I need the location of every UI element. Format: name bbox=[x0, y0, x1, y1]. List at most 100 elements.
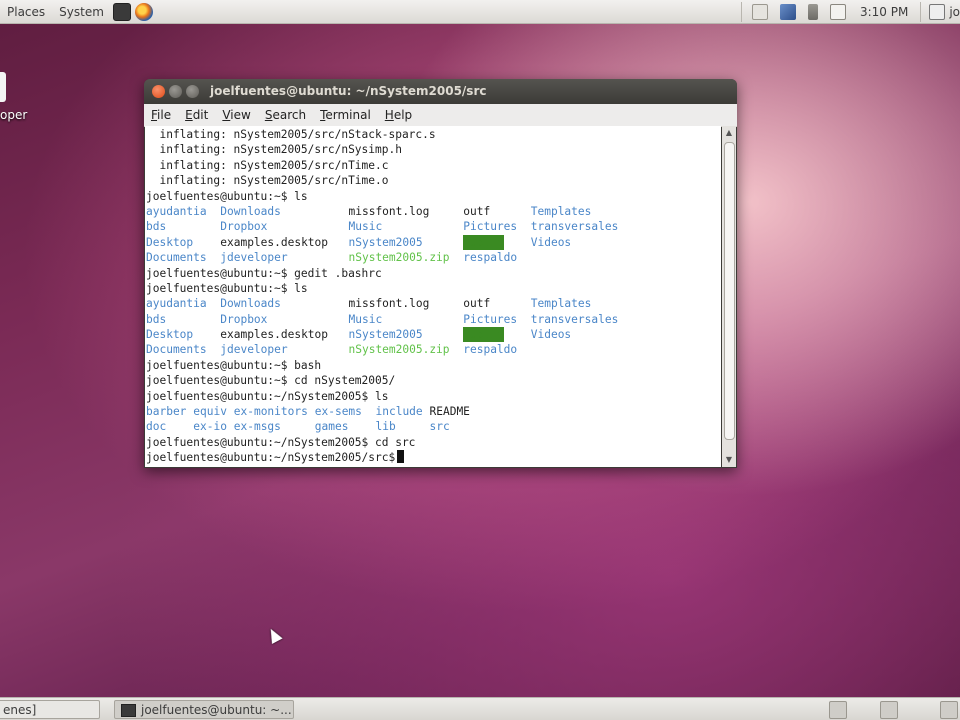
scroll-thumb[interactable] bbox=[724, 142, 735, 440]
menu-view[interactable]: View bbox=[215, 108, 257, 122]
window-title: joelfuentes@ubuntu: ~/nSystem2005/src bbox=[210, 84, 487, 98]
highlighted-entry: Public bbox=[463, 327, 504, 343]
network-icon[interactable] bbox=[779, 4, 796, 20]
menu-search[interactable]: Search bbox=[258, 108, 313, 122]
terminal-line: joelfuentes@ubuntu:~$ ls bbox=[146, 281, 721, 296]
menu-help[interactable]: Help bbox=[378, 108, 419, 122]
terminal-cursor bbox=[397, 450, 405, 464]
window-titlebar[interactable]: joelfuentes@ubuntu: ~/nSystem2005/src bbox=[144, 79, 737, 104]
highlighted-entry: Public bbox=[463, 234, 504, 251]
clock[interactable]: 3:10 PM bbox=[852, 5, 916, 19]
show-desktop-icon[interactable] bbox=[829, 701, 847, 719]
directory-entry: Videos bbox=[530, 328, 572, 342]
directory-entry: Music bbox=[348, 312, 383, 326]
terminal-line: Documents jdeveloper nSystem2005.zip respal… bbox=[146, 342, 721, 357]
terminal-text-segment: joelfuentes@ubuntu:~$ gedit .bashrc bbox=[146, 266, 382, 280]
terminal-window: joelfuentes@ubuntu: ~/nSystem2005/src Fi… bbox=[144, 79, 737, 468]
terminal-line: joelfuentes@ubuntu:~/nSystem2005$ ls bbox=[146, 389, 721, 404]
directory-entry: Music bbox=[348, 220, 383, 234]
directory-entry: jdeveloper bbox=[220, 343, 288, 357]
terminal-line: joelfuentes@ubuntu:~$ cd nSystem2005/ bbox=[146, 373, 721, 388]
trash-icon[interactable] bbox=[940, 701, 958, 719]
terminal-line: ayudantia Downloads missfont.log outf Templa… bbox=[146, 204, 721, 219]
directory-entry: src bbox=[429, 420, 450, 434]
terminal-text-segment: inflating: nSystem2005/src/nSysimp.h bbox=[146, 143, 402, 157]
terminal-text: inflating: nSystem2005/src/nStack-sparc.… bbox=[145, 126, 721, 466]
directory-entry: games bbox=[314, 420, 349, 434]
firefox-launcher-icon[interactable] bbox=[134, 2, 153, 21]
desktop-icon-label: oper bbox=[0, 108, 28, 122]
maximize-button[interactable] bbox=[186, 85, 199, 98]
directory-entry: bds bbox=[146, 220, 167, 234]
volume-icon[interactable] bbox=[807, 4, 818, 20]
terminal-menubar: File Edit View Search Terminal Help bbox=[144, 104, 737, 127]
terminal-text-segment: joelfuentes@ubuntu:~$ cd nSystem2005/ bbox=[146, 374, 396, 388]
directory-entry: jdeveloper bbox=[220, 251, 288, 265]
directory-entry: lib bbox=[375, 420, 396, 434]
desktop-folder-icon[interactable] bbox=[0, 72, 6, 102]
directory-entry: respaldo bbox=[463, 251, 518, 265]
directory-entry: respaldo bbox=[463, 343, 518, 357]
menu-edit[interactable]: Edit bbox=[178, 108, 215, 122]
file-entry: outf bbox=[463, 297, 491, 311]
terminal-line: Desktop examples.desktop nSystem2005 Public… bbox=[146, 234, 721, 251]
directory-entry: equiv bbox=[193, 405, 227, 419]
directory-entry: doc bbox=[146, 420, 167, 434]
close-button[interactable] bbox=[152, 85, 165, 98]
terminal-line: doc ex-io ex-msgs games lib src bbox=[146, 419, 721, 434]
directory-entry: Templates bbox=[530, 297, 592, 311]
terminal-line: Documents jdeveloper nSystem2005.zip respal… bbox=[146, 250, 721, 265]
directory-entry: Videos bbox=[530, 235, 572, 249]
terminal-line: joelfuentes@ubuntu:~$ gedit .bashrc bbox=[146, 266, 721, 281]
file-entry: missfont.log bbox=[348, 204, 430, 218]
places-menu[interactable]: Places bbox=[0, 0, 52, 24]
terminal-line: joelfuentes@ubuntu:~/nSystem2005$ cd src bbox=[146, 435, 721, 450]
terminal-text-segment: joelfuentes@ubuntu:~/nSystem2005$ ls bbox=[146, 389, 389, 403]
directory-entry: Documents bbox=[146, 343, 207, 357]
directory-entry: nSystem2005 bbox=[348, 235, 423, 249]
system-menu[interactable]: System bbox=[52, 0, 111, 24]
directory-entry: ex-monitors bbox=[233, 405, 308, 419]
clipboard-icon[interactable] bbox=[751, 4, 768, 20]
directory-entry: nSystem2005 bbox=[348, 328, 423, 342]
scroll-down-icon[interactable]: ▼ bbox=[724, 455, 734, 465]
terminal-scrollbar[interactable]: ▲ ▼ bbox=[722, 126, 736, 467]
file-entry: missfont.log bbox=[348, 297, 430, 311]
directory-entry: bds bbox=[146, 312, 167, 326]
terminal-output[interactable]: inflating: nSystem2005/src/nStack-sparc.… bbox=[145, 126, 721, 467]
directory-entry: ayudantia bbox=[146, 297, 207, 311]
user-name: jo bbox=[949, 5, 960, 19]
file-entry: examples.desktop bbox=[220, 328, 329, 342]
scroll-up-icon[interactable]: ▲ bbox=[724, 128, 734, 138]
taskbar-item-terminal[interactable]: joelfuentes@ubuntu: ~... bbox=[114, 700, 294, 719]
taskbar-item-label: joelfuentes@ubuntu: ~... bbox=[141, 703, 292, 717]
terminal-text-segment: joelfuentes@ubuntu:~$ ls bbox=[146, 189, 308, 203]
menu-file[interactable]: File bbox=[144, 108, 178, 122]
terminal-line: bds Dropbox Music Pictures transversales bbox=[146, 312, 721, 327]
taskbar-item[interactable]: enes] bbox=[0, 700, 100, 719]
terminal-line: ayudantia Downloads missfont.log outf Templa… bbox=[146, 296, 721, 311]
directory-entry: ayudantia bbox=[146, 204, 207, 218]
bottom-panel: enes] joelfuentes@ubuntu: ~... bbox=[0, 697, 960, 720]
archive-entry: nSystem2005.zip bbox=[348, 343, 450, 357]
directory-entry: Dropbox bbox=[220, 220, 268, 234]
directory-entry: Downloads bbox=[220, 204, 281, 218]
terminal-text-segment: joelfuentes@ubuntu:~/nSystem2005$ cd src bbox=[146, 435, 416, 449]
file-entry: examples.desktop bbox=[220, 235, 329, 249]
workspace-1[interactable] bbox=[880, 701, 898, 719]
minimize-button[interactable] bbox=[169, 85, 182, 98]
directory-entry: barber bbox=[146, 405, 187, 419]
user-menu[interactable]: jo bbox=[925, 4, 960, 20]
mouse-pointer-icon bbox=[265, 626, 283, 644]
directory-entry: ex-sems bbox=[314, 405, 362, 419]
terminal-line: joelfuentes@ubuntu:~$ ls bbox=[146, 189, 721, 204]
directory-entry: transversales bbox=[530, 220, 619, 234]
mail-icon[interactable] bbox=[829, 4, 846, 20]
terminal-line: bds Dropbox Music Pictures transversales bbox=[146, 219, 721, 234]
terminal-line: inflating: nSystem2005/src/nTime.c bbox=[146, 158, 721, 173]
file-entry: outf bbox=[463, 204, 491, 218]
terminal-text-segment: joelfuentes@ubuntu:~/nSystem2005/src$ bbox=[146, 451, 396, 465]
directory-entry: Dropbox bbox=[220, 312, 268, 326]
terminal-launcher-icon[interactable] bbox=[112, 2, 131, 21]
menu-terminal[interactable]: Terminal bbox=[313, 108, 378, 122]
